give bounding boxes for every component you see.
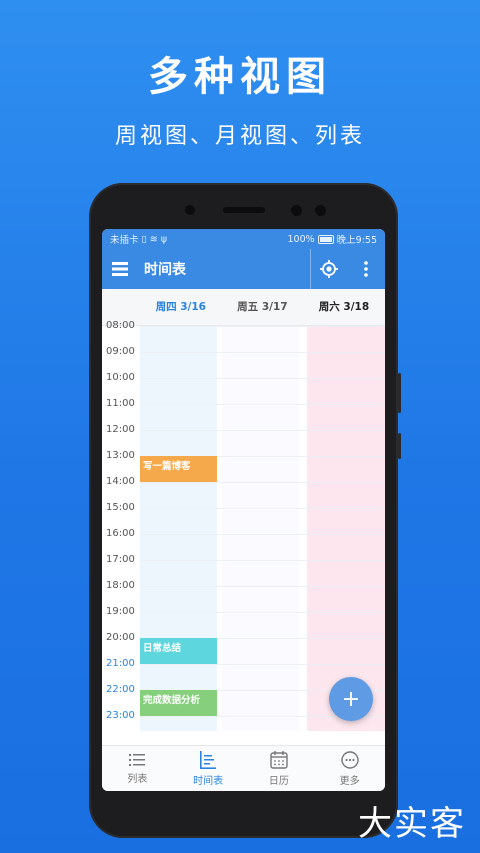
day-column-sat[interactable] [307, 326, 385, 731]
hour-gridline [140, 378, 385, 379]
hour-label: 13:00 [106, 450, 135, 461]
wifi-icon: ≋ [149, 233, 158, 245]
list-icon [129, 753, 146, 766]
sim-icon: ▯ [141, 233, 147, 245]
hour-label: 17:00 [106, 554, 135, 565]
tab-more[interactable]: 更多 [314, 746, 385, 791]
tab-calendar[interactable]: 日历 [244, 746, 315, 791]
hour-label: 23:00 [106, 710, 135, 721]
timeline-icon [200, 750, 217, 769]
more-vert-icon[interactable] [351, 249, 381, 289]
day-column-thu[interactable] [140, 326, 217, 731]
tab-label: 时间表 [193, 775, 224, 787]
power-button [398, 433, 401, 459]
battery-percent: 100% [287, 233, 315, 245]
day-header: 周四 3/16 周五 3/17 周六 3/18 [102, 289, 385, 326]
tab-list[interactable]: 列表 [102, 746, 173, 791]
hour-label: 12:00 [106, 424, 135, 435]
hour-gridline [140, 560, 385, 561]
tab-timetable[interactable]: 时间表 [173, 746, 244, 791]
clock-text: 晚上9:55 [336, 235, 377, 246]
tab-label: 列表 [127, 773, 148, 785]
day-header-sat[interactable]: 周六 3/18 [303, 289, 385, 325]
sensor [291, 205, 302, 216]
hour-label: 10:00 [106, 372, 135, 383]
hour-gridline [140, 352, 385, 353]
volume-button [398, 373, 401, 413]
promo-headline: 多种视图 [148, 54, 332, 100]
hour-gridline [140, 508, 385, 509]
hour-gridline [140, 482, 385, 483]
hour-label: 21:00 [106, 658, 135, 669]
hour-gridline [140, 612, 385, 613]
event-block[interactable]: 写一篇博客 [140, 456, 217, 482]
hour-gridline [140, 404, 385, 405]
tab-label: 更多 [339, 775, 360, 787]
watermark-logo: 大实客 [358, 804, 466, 844]
hour-label: 18:00 [106, 580, 135, 591]
add-event-button[interactable]: + [329, 677, 373, 721]
event-block[interactable]: 完成数据分析 [140, 690, 217, 716]
app-bar: 时间表 [102, 249, 385, 289]
battery-icon [317, 234, 334, 244]
sensor [315, 205, 326, 216]
more-horiz-icon [340, 750, 359, 769]
menu-icon[interactable] [102, 249, 138, 289]
hour-label: 15:00 [106, 502, 135, 513]
calendar-icon [270, 750, 288, 769]
day-column-fri[interactable] [222, 326, 299, 731]
bottom-tab-bar: 列表 时间表 日历 更多 [102, 745, 385, 791]
hour-label: 19:00 [106, 606, 135, 617]
hour-label: 16:00 [106, 528, 135, 539]
hour-label: 14:00 [106, 476, 135, 487]
tab-label: 日历 [268, 775, 289, 787]
front-camera [185, 205, 195, 215]
hour-gridline [140, 430, 385, 431]
status-bar: 未插卡 ▯ ≋ ψ 100% 晚上9:55 [102, 229, 385, 249]
hour-gridline [140, 586, 385, 587]
locate-icon[interactable] [310, 249, 347, 289]
app-screen: 未插卡 ▯ ≋ ψ 100% 晚上9:55 时间表 周四 3/16 周五 3/1… [102, 229, 385, 791]
hour-gridline [140, 534, 385, 535]
hour-label: 08:00 [106, 320, 135, 331]
app-title: 时间表 [144, 262, 186, 278]
usb-icon: ψ [160, 233, 167, 245]
day-header-thu[interactable]: 周四 3/16 [140, 289, 222, 325]
hour-gridline [140, 664, 385, 665]
hour-label: 20:00 [106, 632, 135, 643]
carrier-text: 未插卡 [110, 235, 139, 246]
day-header-fri[interactable]: 周五 3/17 [222, 289, 304, 325]
hour-gridline [140, 326, 385, 327]
earpiece-speaker [223, 207, 265, 213]
schedule-grid[interactable]: 08:00 09:00 10:00 11:00 12:00 13:00 14:00 15:00… [102, 320, 385, 731]
hour-label: 22:00 [106, 684, 135, 695]
hour-label: 11:00 [106, 398, 135, 409]
promo-subheadline: 周视图、月视图、列表 [114, 124, 365, 149]
event-block[interactable]: 日常总结 [140, 638, 217, 664]
hour-label: 09:00 [106, 346, 135, 357]
